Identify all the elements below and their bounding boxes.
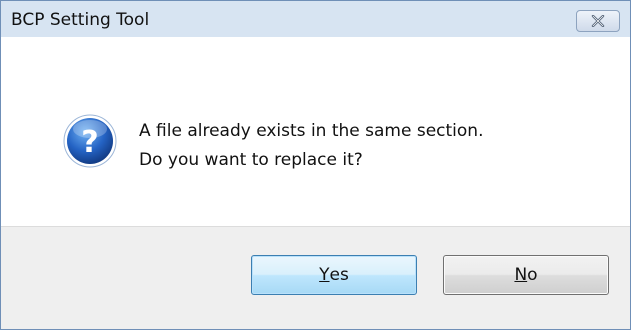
dialog-content: ? A file already exists in the same sect… <box>1 37 630 226</box>
window-title: BCP Setting Tool <box>11 10 150 30</box>
no-label-rest: o <box>527 265 538 285</box>
no-button[interactable]: No <box>443 255 609 295</box>
yes-accelerator: Y <box>319 265 330 285</box>
message-dialog: BCP Setting Tool ? A file already exists… <box>0 0 631 330</box>
question-icon: ? <box>63 114 117 168</box>
button-area: Yes No <box>1 226 630 329</box>
message-line-2: Do you want to replace it? <box>139 150 363 170</box>
title-bar[interactable]: BCP Setting Tool <box>1 1 630 37</box>
svg-text:?: ? <box>81 125 98 160</box>
yes-button[interactable]: Yes <box>251 255 417 295</box>
message-text: A file already exists in the same sectio… <box>139 117 483 175</box>
close-button[interactable] <box>576 10 620 32</box>
yes-label-rest: es <box>329 265 349 285</box>
no-accelerator: N <box>514 265 528 285</box>
close-icon <box>591 15 605 27</box>
message-line-1: A file already exists in the same sectio… <box>139 121 484 141</box>
